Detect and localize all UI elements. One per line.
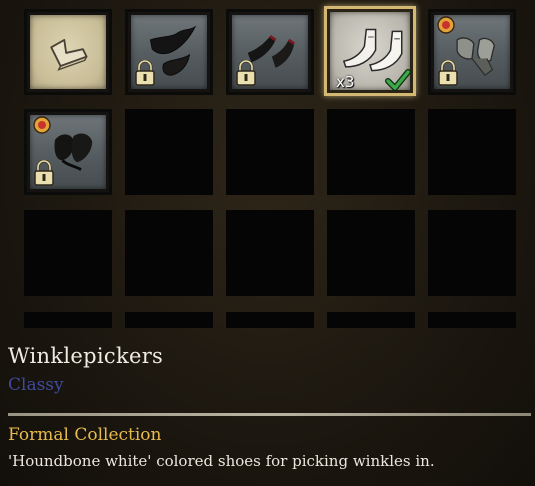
empty-slot[interactable] xyxy=(125,312,213,328)
item-name: Winklepickers xyxy=(8,344,164,368)
item-slot-5[interactable] xyxy=(428,9,516,95)
item-details-panel: Winklepickers Classy Formal Collection '… xyxy=(0,328,535,486)
item-slot-6[interactable] xyxy=(24,109,112,195)
divider xyxy=(8,413,531,416)
padlock-icon xyxy=(236,60,256,86)
item-slot-2[interactable] xyxy=(125,9,213,95)
item-rarity: Classy xyxy=(8,375,64,395)
item-slot-1[interactable] xyxy=(24,9,112,95)
item-count-label: x3 xyxy=(336,73,355,91)
item-collection: Formal Collection xyxy=(8,425,162,445)
empty-slot[interactable] xyxy=(327,210,415,296)
empty-slot[interactable] xyxy=(226,312,314,328)
padlock-icon xyxy=(438,60,458,86)
item-slot-3[interactable] xyxy=(226,9,314,95)
empty-slot[interactable] xyxy=(428,210,516,296)
empty-slot[interactable] xyxy=(226,109,314,195)
empty-slot[interactable] xyxy=(226,210,314,296)
shoe-sketch-icon xyxy=(50,38,88,71)
item-description: 'Houndbone white' colored shoes for pick… xyxy=(8,452,435,470)
empty-slot[interactable] xyxy=(327,109,415,195)
empty-slot[interactable] xyxy=(125,210,213,296)
event-badge-icon xyxy=(33,116,51,134)
checkmark-icon xyxy=(385,69,411,91)
empty-slot[interactable] xyxy=(24,312,112,328)
empty-slot[interactable] xyxy=(327,312,415,328)
empty-slot[interactable] xyxy=(428,109,516,195)
empty-slot[interactable] xyxy=(24,210,112,296)
item-slot-4-selected[interactable]: x3 xyxy=(324,6,416,96)
padlock-icon xyxy=(135,60,155,86)
empty-slot[interactable] xyxy=(125,109,213,195)
padlock-icon xyxy=(34,160,54,186)
event-badge-icon xyxy=(437,16,455,34)
inventory-grid: x3 xyxy=(0,0,535,328)
empty-slot[interactable] xyxy=(428,312,516,328)
